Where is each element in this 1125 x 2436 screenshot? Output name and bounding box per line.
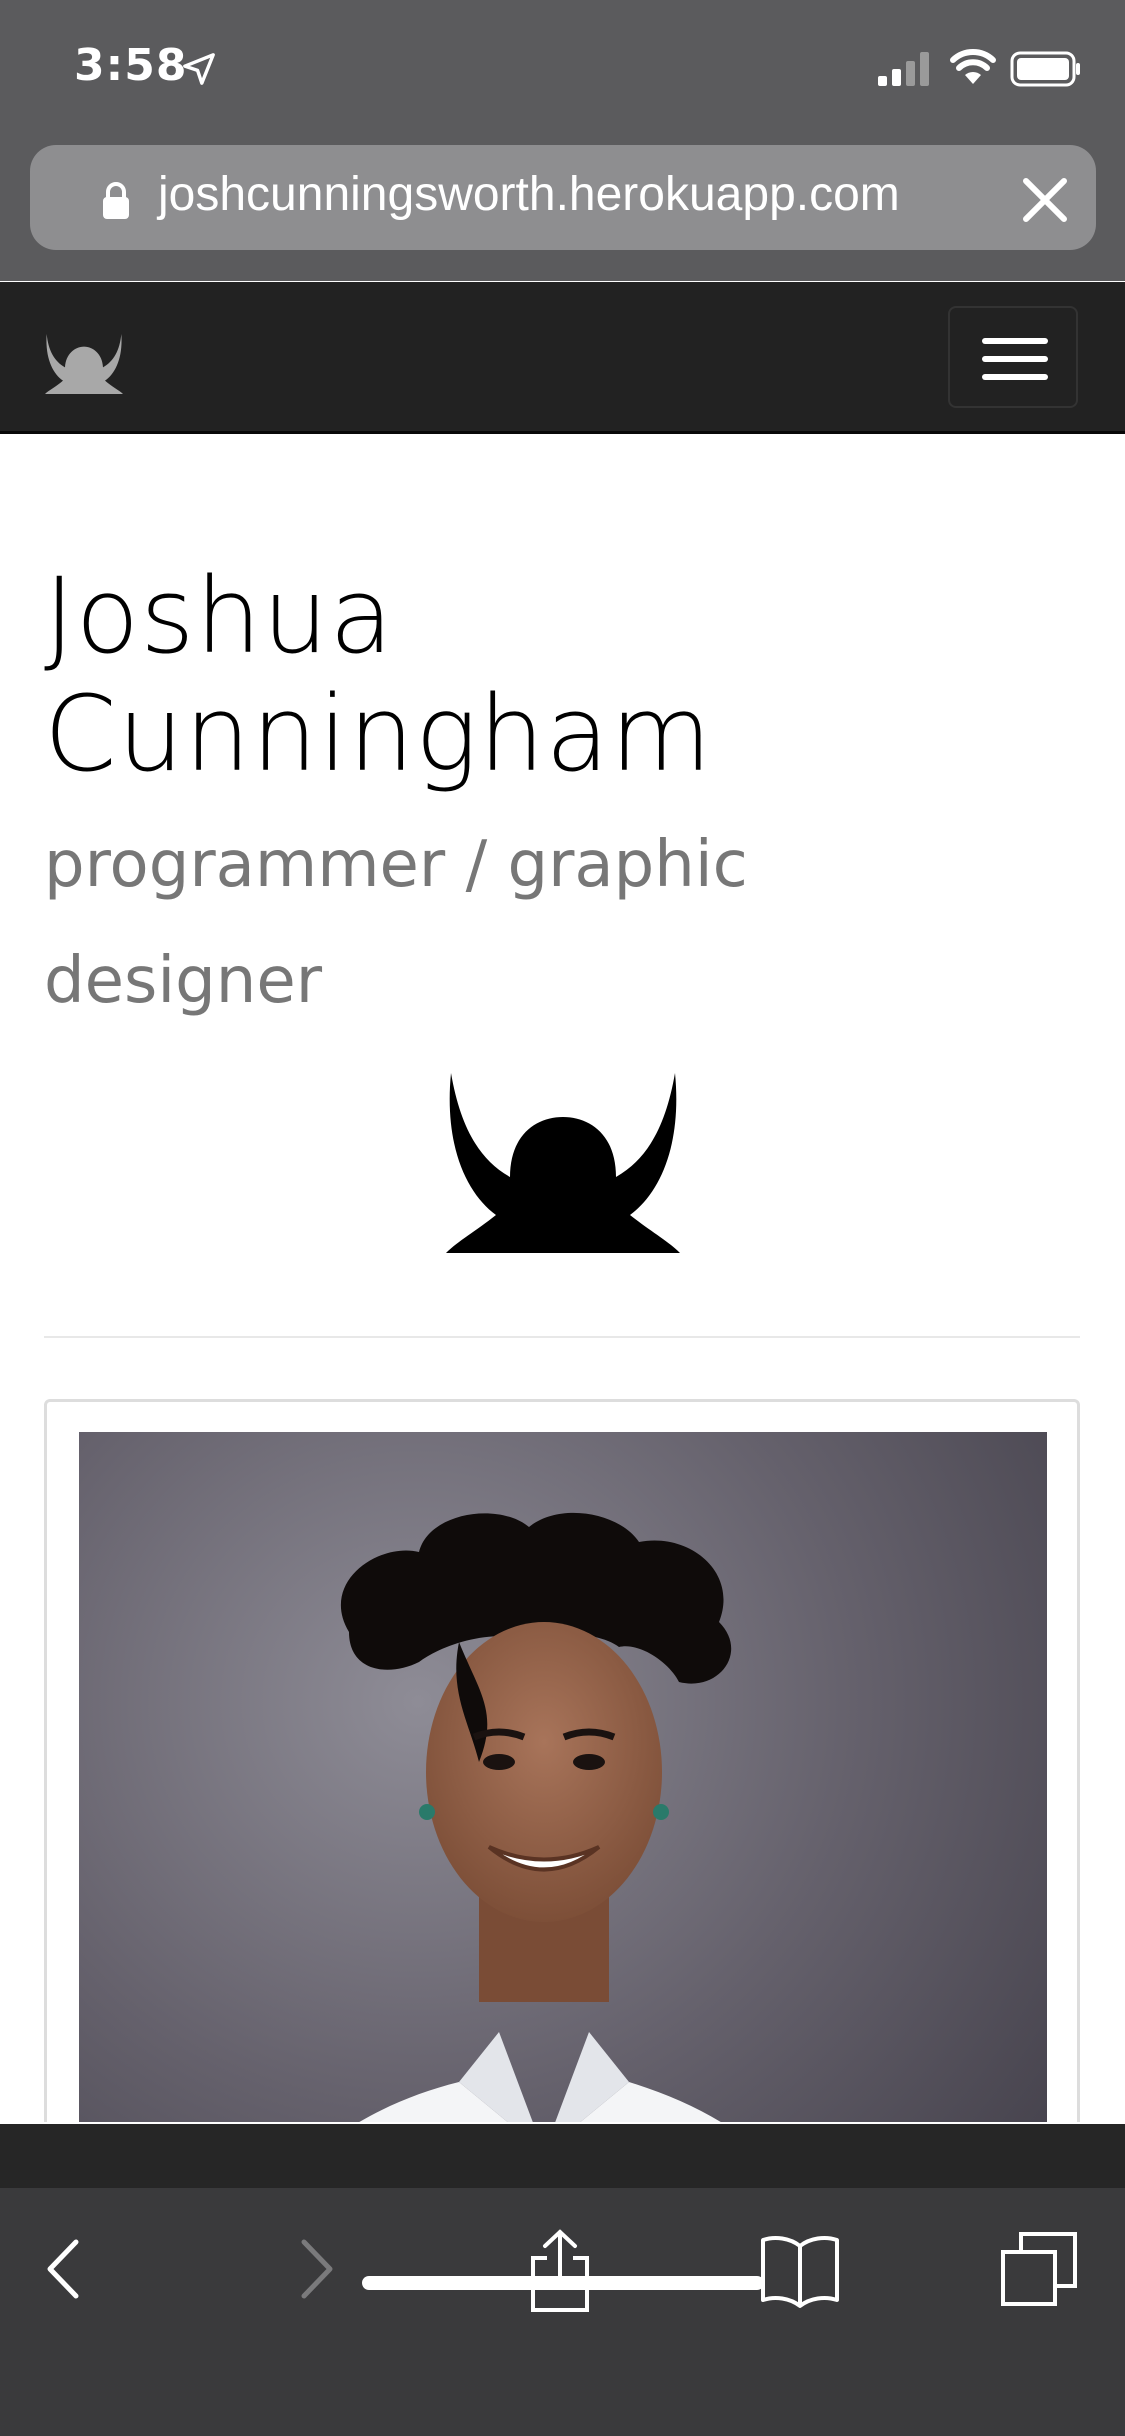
portrait-illustration [79, 1432, 1047, 2122]
photo-card [44, 1399, 1080, 2122]
close-icon[interactable] [1020, 175, 1070, 225]
book-icon[interactable] [755, 2224, 845, 2314]
lock-icon [103, 182, 129, 219]
horned-helmet-logo[interactable] [44, 334, 124, 394]
share-icon[interactable] [515, 2224, 605, 2314]
battery-icon [1010, 51, 1080, 87]
divider [44, 1336, 1080, 1338]
site-navbar [0, 282, 1125, 434]
cellular-signal-icon [878, 52, 929, 86]
tabs-icon[interactable] [995, 2224, 1085, 2314]
page-title: Joshua Cunningham [44, 555, 713, 795]
toolbar-strip [0, 2124, 1125, 2188]
menu-bar [982, 338, 1048, 344]
menu-bar [982, 356, 1048, 362]
address-bar[interactable]: joshcunningsworth.herokuapp.com [30, 145, 1096, 250]
location-arrow-icon [183, 53, 215, 85]
home-indicator[interactable] [362, 2276, 764, 2290]
hamburger-menu-icon[interactable] [948, 306, 1078, 408]
profile-photo [79, 1432, 1047, 2122]
wifi-icon [950, 49, 996, 84]
chevron-left-icon[interactable] [20, 2224, 110, 2314]
browser-top-chrome: 3:58 joshcunningsworth.herokuapp.com [0, 0, 1125, 281]
page-content: Joshua Cunningham programmer / graphic d… [0, 437, 1125, 2122]
status-time: 3:58 [74, 40, 188, 91]
horned-helmet-logo [446, 1073, 680, 1253]
status-bar: 3:58 [0, 0, 1125, 140]
url-text[interactable]: joshcunningsworth.herokuapp.com [158, 167, 900, 222]
chevron-right-icon[interactable] [270, 2224, 360, 2314]
menu-bar [982, 374, 1048, 380]
subtitle: programmer / graphic designer [44, 828, 748, 1018]
